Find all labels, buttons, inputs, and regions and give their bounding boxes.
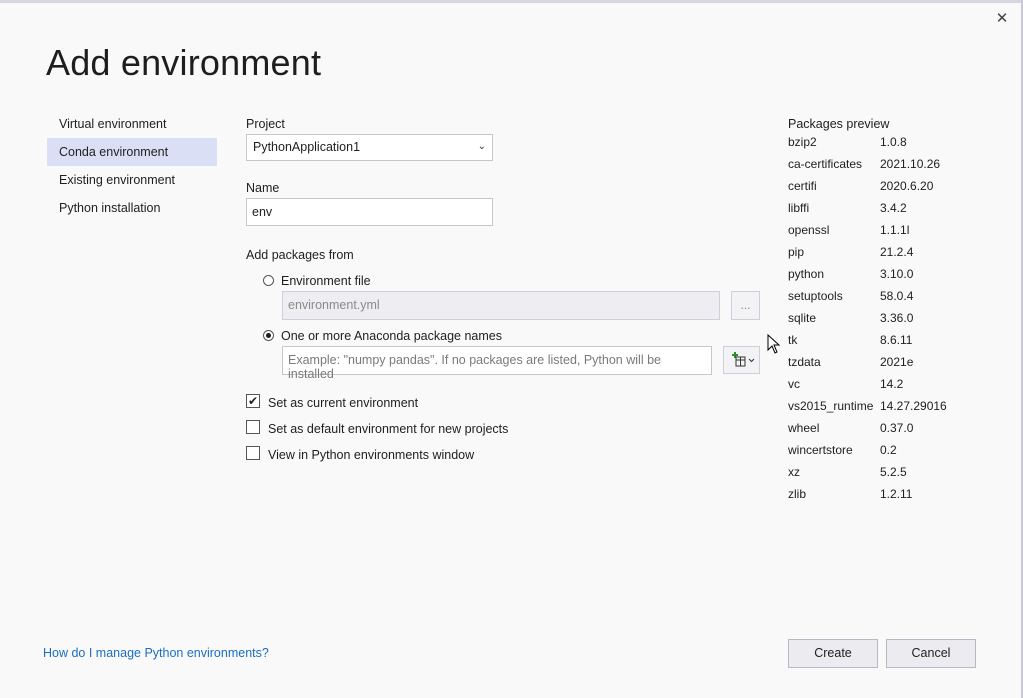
set-default-environment-checkbox[interactable] — [246, 420, 260, 434]
package-row: certifi 2020.6.20 — [788, 175, 947, 197]
package-version: 0.2 — [880, 443, 897, 457]
name-label: Name — [246, 181, 280, 195]
package-row: wincertstore 0.2 — [788, 439, 947, 461]
package-name: vs2015_runtime — [788, 399, 874, 413]
package-version: 1.0.8 — [880, 135, 907, 149]
package-name: setuptools — [788, 289, 843, 303]
package-version: 1.1.1l — [880, 223, 910, 237]
package-row: ca-certificates 2021.10.26 — [788, 153, 947, 175]
package-version: 2020.6.20 — [880, 179, 934, 193]
mouse-cursor-icon — [767, 334, 781, 354]
packages-preview-list: bzip2 1.0.8 ca-certificates 2021.10.26 cer… — [788, 131, 947, 505]
package-version: 1.2.11 — [880, 487, 913, 501]
package-name: wincertstore — [788, 443, 853, 457]
package-version: 0.37.0 — [880, 421, 914, 435]
package-version: 14.2 — [880, 377, 904, 391]
package-row: python 3.10.0 — [788, 263, 947, 285]
set-current-environment-checkbox[interactable]: ✔ — [246, 394, 260, 408]
environment-file-input[interactable]: environment.yml — [282, 291, 720, 320]
project-dropdown[interactable]: PythonApplication1 ⌄ — [246, 134, 493, 161]
package-row: zlib 1.2.11 — [788, 483, 947, 505]
package-name: zlib — [788, 487, 807, 501]
help-link[interactable]: How do I manage Python environments? — [43, 646, 269, 660]
package-name: pip — [788, 245, 805, 259]
package-name: tk — [788, 333, 798, 347]
package-name: tzdata — [788, 355, 821, 369]
ellipsis-icon: ... — [740, 298, 751, 312]
package-row: xz 5.2.5 — [788, 461, 947, 483]
add-package-icon — [731, 352, 754, 367]
nav-item-python-installation[interactable]: Python installation — [47, 194, 217, 222]
package-name: vc — [788, 377, 800, 391]
package-version: 14.27.29016 — [880, 399, 947, 413]
package-name: wheel — [788, 421, 820, 435]
anaconda-packages-label: One or more Anaconda package names — [281, 329, 502, 343]
anaconda-packages-input[interactable]: Example: "numpy pandas". If no packages … — [282, 346, 712, 381]
package-name: xz — [788, 465, 800, 479]
package-row: openssl 1.1.1l — [788, 219, 947, 241]
package-version: 2021e — [880, 355, 914, 369]
dialog-title: Add environment — [46, 42, 322, 83]
view-in-environments-window-label: View in Python environments window — [268, 448, 475, 462]
package-row: wheel 0.37.0 — [788, 417, 947, 439]
anaconda-packages-radio[interactable] — [263, 330, 274, 341]
package-row: bzip2 1.0.8 — [788, 131, 947, 153]
package-version: 58.0.4 — [880, 289, 914, 303]
package-name: python — [788, 267, 825, 281]
package-name: ca-certificates — [788, 157, 863, 171]
chevron-down-icon: ⌄ — [477, 141, 486, 152]
project-label: Project — [246, 117, 285, 131]
environment-type-nav: Virtual environment Conda environment Ex… — [47, 110, 217, 222]
browse-button[interactable]: ... — [731, 291, 760, 320]
nav-item-conda-environment[interactable]: Conda environment — [47, 138, 217, 166]
package-row: pip 21.2.4 — [788, 241, 947, 263]
package-row: sqlite 3.36.0 — [788, 307, 947, 329]
package-version: 2021.10.26 — [880, 157, 941, 171]
close-icon: ✕ — [995, 10, 1009, 27]
package-version: 3.36.0 — [880, 311, 914, 325]
package-version: 21.2.4 — [880, 245, 914, 259]
environment-file-label: Environment file — [281, 274, 371, 288]
package-row: vc 14.2 — [788, 373, 947, 395]
background-window-strip — [0, 0, 1023, 3]
name-input[interactable]: env — [246, 198, 493, 226]
package-name: sqlite — [788, 311, 817, 325]
add-packages-from-label: Add packages from — [246, 248, 354, 262]
package-version: 3.10.0 — [880, 267, 914, 281]
package-row: tzdata 2021e — [788, 351, 947, 373]
checkmark-icon: ✔ — [247, 394, 259, 408]
environment-file-radio[interactable] — [263, 275, 274, 286]
nav-item-existing-environment[interactable]: Existing environment — [47, 166, 217, 194]
cancel-button[interactable]: Cancel — [886, 639, 976, 668]
package-row: vs2015_runtime 14.27.29016 — [788, 395, 947, 417]
package-version: 3.4.2 — [880, 201, 907, 215]
project-dropdown-value: PythonApplication1 — [253, 140, 361, 154]
packages-preview-title: Packages preview — [788, 117, 890, 131]
package-version: 8.6.11 — [880, 333, 913, 347]
package-name: bzip2 — [788, 135, 817, 149]
add-package-dropdown-button[interactable] — [723, 346, 760, 374]
close-button[interactable]: ✕ — [994, 11, 1010, 27]
view-in-environments-window-checkbox[interactable] — [246, 446, 260, 460]
package-row: libffi 3.4.2 — [788, 197, 947, 219]
package-row: setuptools 58.0.4 — [788, 285, 947, 307]
set-default-environment-label: Set as default environment for new proje… — [268, 422, 509, 436]
create-button[interactable]: Create — [788, 639, 878, 668]
set-current-environment-label: Set as current environment — [268, 396, 419, 410]
package-version: 5.2.5 — [880, 465, 907, 479]
package-name: libffi — [788, 201, 810, 215]
package-name: openssl — [788, 223, 830, 237]
package-row: tk 8.6.11 — [788, 329, 947, 351]
package-name: certifi — [788, 179, 817, 193]
nav-item-virtual-environment[interactable]: Virtual environment — [47, 110, 217, 138]
